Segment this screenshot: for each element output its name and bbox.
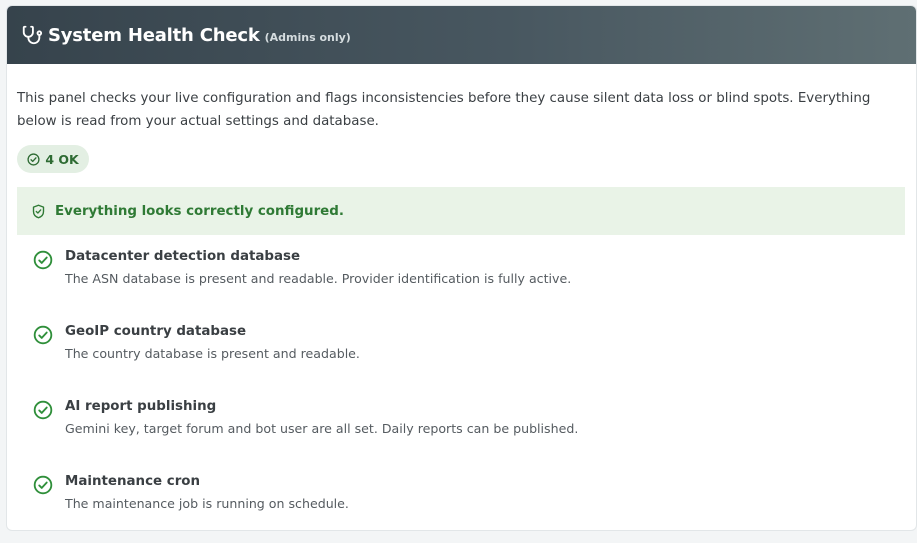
check-circle-icon — [27, 152, 40, 166]
panel-title: System Health Check — [48, 24, 260, 46]
checks-list: Datacenter detection database The ASN da… — [17, 248, 905, 530]
check-description: The country database is present and read… — [65, 346, 360, 361]
intro-text: This panel checks your live configuratio… — [17, 91, 871, 129]
panel-subtitle: (Admins only) — [264, 31, 351, 44]
stethoscope-icon — [21, 24, 43, 46]
health-check-panel: System Health Check (Admins only) This p… — [6, 5, 917, 531]
check-name: GeoIP country database — [65, 324, 247, 339]
check-description: Gemini key, target forum and bot user ar… — [65, 421, 579, 436]
check-circle-icon — [33, 400, 53, 420]
check-circle-icon — [33, 325, 53, 345]
check-name: AI report publishing — [65, 399, 217, 414]
ok-count-badge: 4 OK — [17, 145, 89, 173]
check-circle-icon — [33, 475, 53, 495]
check-description: The ASN database is present and readable… — [65, 271, 572, 286]
ok-count-label: 4 OK — [45, 151, 79, 167]
panel-header: System Health Check (Admins only) — [7, 6, 916, 64]
check-name: Maintenance cron — [65, 474, 201, 489]
check-name: Datacenter detection database — [65, 249, 301, 264]
check-description: The maintenance job is running on schedu… — [65, 496, 349, 511]
check-item: Datacenter detection database The ASN da… — [17, 248, 905, 323]
status-banner: Everything looks correctly configured. — [17, 187, 905, 235]
check-item: AI report publishing Gemini key, target … — [17, 398, 905, 473]
check-item: Maintenance cron The maintenance job is … — [17, 473, 905, 530]
status-banner-text: Everything looks correctly configured. — [55, 203, 344, 219]
check-circle-icon — [33, 250, 53, 270]
check-item: GeoIP country database The country datab… — [17, 323, 905, 398]
shield-check-icon — [32, 204, 45, 218]
